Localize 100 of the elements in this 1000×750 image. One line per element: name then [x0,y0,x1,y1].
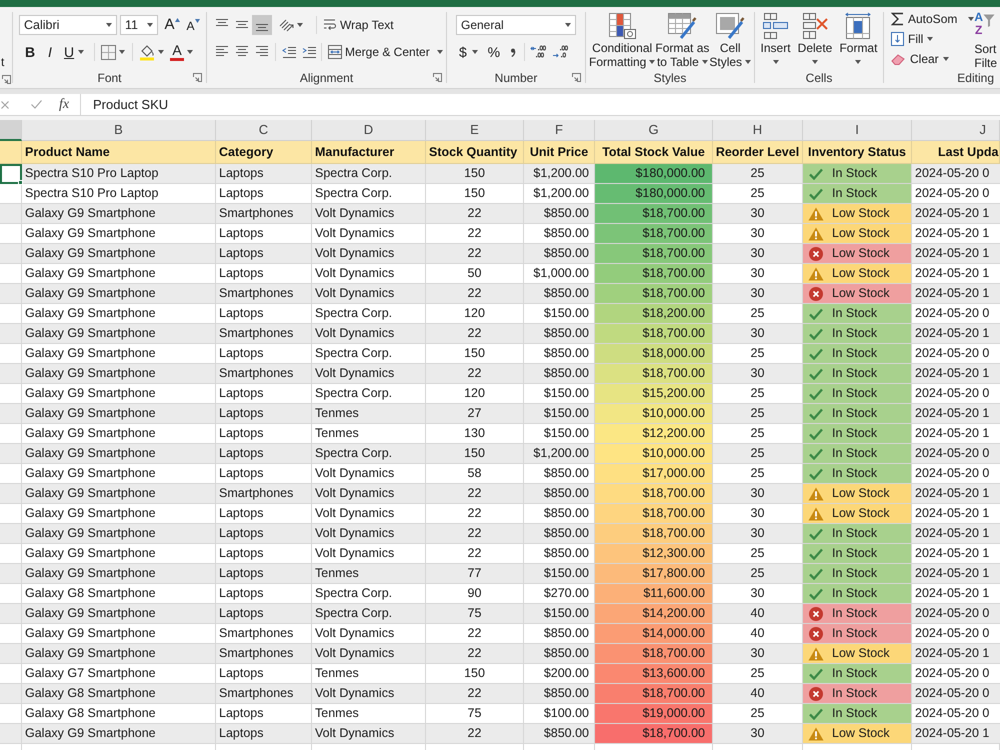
table-cell: $18,200.00 [595,304,713,324]
font-color-button[interactable]: A [170,42,193,62]
decrease-indent-icon [282,46,296,58]
table-cell: 30 [713,504,803,524]
column-header[interactable] [0,120,22,141]
merge-center-button[interactable]: Merge & Center [328,42,443,62]
check-icon [809,308,823,320]
table-cell: Volt Dynamics [312,684,426,704]
ribbon-button[interactable]: Format as to Table [655,7,710,69]
table-brush-icon [667,12,698,40]
status-label: In Stock [832,305,878,322]
check-icon [809,528,823,540]
table-cell: $18,700.00 [595,524,713,544]
shrink-font-button[interactable]: A [185,15,201,35]
italic-button[interactable]: I [40,42,60,62]
close-icon[interactable] [1,100,9,108]
table-cell: Laptops [216,444,312,464]
number-format-dropdown[interactable]: General [456,15,576,35]
table-cell: 120 [426,304,524,324]
dialog-launcher-icon[interactable] [572,73,581,82]
table-cell: Volt Dynamics [312,624,426,644]
status-label: In Stock [832,425,878,442]
table-cell: $11,600.00 [595,584,713,604]
sort-filter-button[interactable]: A Z Sort Filte [974,7,1000,70]
ribbon-button[interactable]: Insert [760,7,791,69]
dialog-launcher-icon[interactable] [2,75,11,84]
table-cell: $10,000.00 [595,444,713,464]
table-cell: $18,700.00 [595,484,713,504]
fill-handle[interactable] [18,180,23,185]
caret-icon [436,50,443,54]
table-cell: 2024-05-20 1 [912,364,1000,384]
table-cell: 25 [713,564,803,584]
currency-button[interactable]: $ [459,42,478,62]
table-cell: $850.00 [524,284,595,304]
clear-button[interactable]: Clear [891,49,974,68]
table-cell: $18,000.00 [595,344,713,364]
percent-button[interactable]: % [486,42,502,62]
autosum-button[interactable]: AutoSom [891,9,974,28]
table-cell: Laptops [216,524,312,544]
table-cell: $850.00 [524,364,595,384]
table-cell: Laptops [216,704,312,724]
check-icon [809,468,823,480]
caret-icon [855,60,862,64]
table-cell: Galaxy G9 Smartphone [22,724,216,744]
formula-input[interactable]: Product SKU [80,94,1000,115]
ribbon-button[interactable]: Format [839,7,878,69]
ribbon-button[interactable]: Conditional Formatting [589,7,656,69]
table-cell: Smartphones [216,644,312,664]
warning-icon [808,486,824,500]
table-cell: Laptops [216,164,312,184]
table-cell: $1,200.00 [524,444,595,464]
sigma-icon [891,12,904,26]
table-cell: $100.00 [524,704,595,724]
table-cell: 2024-05-20 1 [912,644,1000,664]
table-cell: 22 [426,684,524,704]
fill-down-icon [891,32,904,46]
table-cell: Laptops [216,384,312,404]
table-cell: 30 [713,324,803,344]
status-label: In Stock [832,365,878,382]
table-cell: $18,700.00 [595,724,713,744]
table-cell: 25 [713,444,803,464]
table-cell: 130 [426,424,524,444]
caret-icon [194,19,200,23]
bold-button[interactable]: B [20,42,40,62]
table-cell: $14,000.00 [595,624,713,644]
status-label: Low Stock [832,285,890,302]
table-cell: $18,700.00 [595,264,713,284]
table-cell: Galaxy G9 Smartphone [22,324,216,344]
insert-cells-icon [760,12,791,40]
status-label: In Stock [832,605,878,622]
status-label: In Stock [832,445,878,462]
caret-icon [812,60,818,64]
align-button[interactable] [252,15,272,35]
fill-button[interactable]: Fill [891,29,974,48]
conditional-formatting-icon [607,12,638,40]
table-cell: $850.00 [524,624,595,644]
font-name-dropdown[interactable]: Calibri [19,15,117,35]
wrap-text-button[interactable]: Wrap Text [323,15,394,35]
active-cell[interactable] [0,164,22,184]
underline-button[interactable]: U [60,42,90,62]
check-icon [809,448,823,460]
status-label: Low Stock [832,225,890,242]
table-cell: Galaxy G8 Smartphone [22,684,216,704]
status-label: In Stock [832,705,878,722]
check-icon[interactable] [31,100,42,109]
ribbon-button[interactable]: Delete [798,7,832,69]
insert-function-button[interactable]: fx [59,94,70,115]
font-size-dropdown[interactable]: 11 [120,15,158,35]
dialog-launcher-icon[interactable] [193,73,202,82]
table-cell: 58 [426,464,524,484]
table-cell: 30 [713,724,803,744]
table-cell: $850.00 [524,724,595,744]
table-cell: $15,200.00 [595,384,713,404]
increase-indent-icon [302,46,316,58]
grow-font-button[interactable]: A [163,15,181,35]
table-cell: Galaxy G9 Smartphone [22,344,216,364]
ribbon-button[interactable]: Cell Styles [709,7,752,69]
dialog-launcher-icon[interactable] [433,73,442,82]
status-label: In Stock [832,185,878,202]
borders-button[interactable] [99,42,127,62]
